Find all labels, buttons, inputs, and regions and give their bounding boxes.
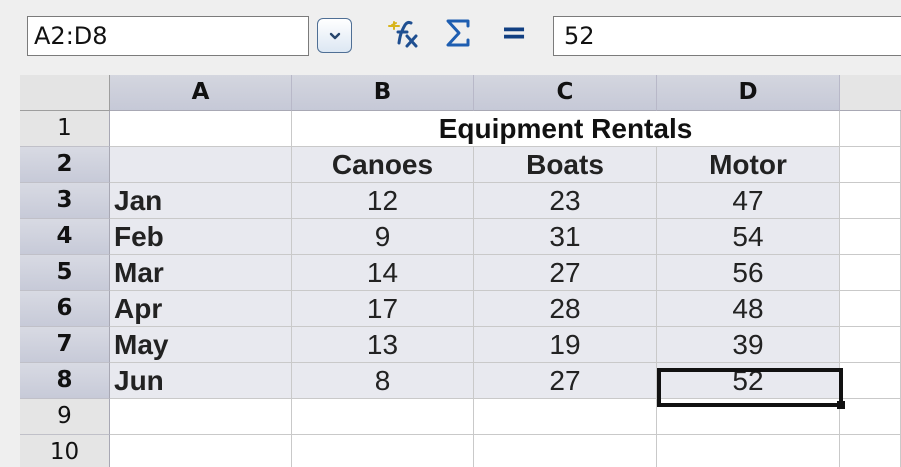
cell-e8[interactable]: [840, 363, 901, 399]
cell-a10[interactable]: [110, 435, 292, 467]
row-header-8[interactable]: 8: [20, 363, 110, 399]
sheet-row-3: 3 Jan 12 23 47: [20, 183, 901, 219]
sheet-row-4: 4 Feb 9 31 54: [20, 219, 901, 255]
cell-c10[interactable]: [474, 435, 657, 467]
chevron-down-icon: [329, 32, 340, 39]
sheet-row-8: 8 Jun 8 27 52: [20, 363, 901, 399]
column-header-a[interactable]: A: [110, 75, 292, 111]
month-cell[interactable]: Jan: [110, 183, 292, 219]
cell-a1[interactable]: [110, 111, 292, 147]
canoes-cell[interactable]: 13: [292, 327, 474, 363]
sheet-row-5: 5 Mar 14 27 56: [20, 255, 901, 291]
formula-bar: A2:D8 = 52: [0, 0, 901, 64]
select-all-corner[interactable]: [20, 75, 110, 111]
canoes-cell[interactable]: 12: [292, 183, 474, 219]
month-cell[interactable]: Apr: [110, 291, 292, 327]
boats-cell[interactable]: 28: [474, 291, 657, 327]
sheet-row-1: 1 Equipment Rentals: [20, 111, 901, 147]
row-header-10[interactable]: 10: [20, 435, 110, 467]
motor-cell[interactable]: 48: [657, 291, 840, 327]
month-cell[interactable]: Feb: [110, 219, 292, 255]
header-boats[interactable]: Boats: [474, 147, 657, 183]
canoes-cell[interactable]: 17: [292, 291, 474, 327]
row-header-4[interactable]: 4: [20, 219, 110, 255]
sheet-row-10: 10: [20, 435, 901, 467]
month-cell[interactable]: Mar: [110, 255, 292, 291]
motor-cell[interactable]: 39: [657, 327, 840, 363]
accept-formula-button[interactable]: =: [497, 15, 531, 49]
boats-cell[interactable]: 31: [474, 219, 657, 255]
motor-cell[interactable]: 54: [657, 219, 840, 255]
left-gutter: [0, 64, 20, 467]
row-header-7[interactable]: 7: [20, 327, 110, 363]
motor-cell[interactable]: 47: [657, 183, 840, 219]
cell-c9[interactable]: [474, 399, 657, 435]
row-header-6[interactable]: 6: [20, 291, 110, 327]
spreadsheet-app: A2:D8 = 52 A B C D 1 Equipment Rentals 2…: [0, 0, 901, 467]
name-box-dropdown-button[interactable]: [317, 18, 352, 53]
function-wizard-icon: [388, 20, 418, 48]
row-header-9[interactable]: 9: [20, 399, 110, 435]
month-cell[interactable]: Jun: [110, 363, 292, 399]
month-cell[interactable]: May: [110, 327, 292, 363]
formula-input[interactable]: 52: [553, 16, 901, 56]
boats-cell[interactable]: 27: [474, 255, 657, 291]
cell-e7[interactable]: [840, 327, 901, 363]
boats-cell[interactable]: 23: [474, 183, 657, 219]
boats-cell[interactable]: 27: [474, 363, 657, 399]
cell-e1[interactable]: [840, 111, 901, 147]
title-cell[interactable]: Equipment Rentals: [292, 111, 840, 147]
canoes-cell[interactable]: 14: [292, 255, 474, 291]
cell-e6[interactable]: [840, 291, 901, 327]
row-header-1[interactable]: 1: [20, 111, 110, 147]
cell-e2[interactable]: [840, 147, 901, 183]
column-header-c[interactable]: C: [474, 75, 657, 111]
canoes-cell[interactable]: 8: [292, 363, 474, 399]
cell-a2[interactable]: [110, 147, 292, 183]
column-header-d[interactable]: D: [657, 75, 840, 111]
name-box[interactable]: A2:D8: [27, 16, 309, 56]
cell-e10[interactable]: [840, 435, 901, 467]
sheet-row-6: 6 Apr 17 28 48: [20, 291, 901, 327]
sheet-row-7: 7 May 13 19 39: [20, 327, 901, 363]
canoes-cell[interactable]: 9: [292, 219, 474, 255]
cell-e5[interactable]: [840, 255, 901, 291]
sheet-row-2: 2 Canoes Boats Motor: [20, 147, 901, 183]
cell-d9[interactable]: [657, 399, 840, 435]
active-cell-d8[interactable]: 52: [657, 363, 840, 399]
spreadsheet-grid[interactable]: A B C D 1 Equipment Rentals 2 Canoes Boa…: [20, 75, 901, 467]
column-header-b[interactable]: B: [292, 75, 474, 111]
header-motor[interactable]: Motor: [657, 147, 840, 183]
row-header-5[interactable]: 5: [20, 255, 110, 291]
column-header-row: A B C D: [20, 75, 901, 111]
row-header-2[interactable]: 2: [20, 147, 110, 183]
sum-button[interactable]: [440, 15, 476, 51]
boats-cell[interactable]: 19: [474, 327, 657, 363]
cell-e9[interactable]: [840, 399, 901, 435]
cell-b9[interactable]: [292, 399, 474, 435]
fill-handle[interactable]: [837, 401, 845, 409]
motor-cell[interactable]: 56: [657, 255, 840, 291]
sum-icon: [446, 19, 470, 47]
sheet-row-9: 9: [20, 399, 901, 435]
function-wizard-button[interactable]: [382, 13, 424, 55]
cell-d10[interactable]: [657, 435, 840, 467]
row-header-3[interactable]: 3: [20, 183, 110, 219]
cell-e3[interactable]: [840, 183, 901, 219]
cell-a9[interactable]: [110, 399, 292, 435]
column-header-e[interactable]: [840, 75, 901, 111]
cell-b10[interactable]: [292, 435, 474, 467]
cell-e4[interactable]: [840, 219, 901, 255]
header-canoes[interactable]: Canoes: [292, 147, 474, 183]
